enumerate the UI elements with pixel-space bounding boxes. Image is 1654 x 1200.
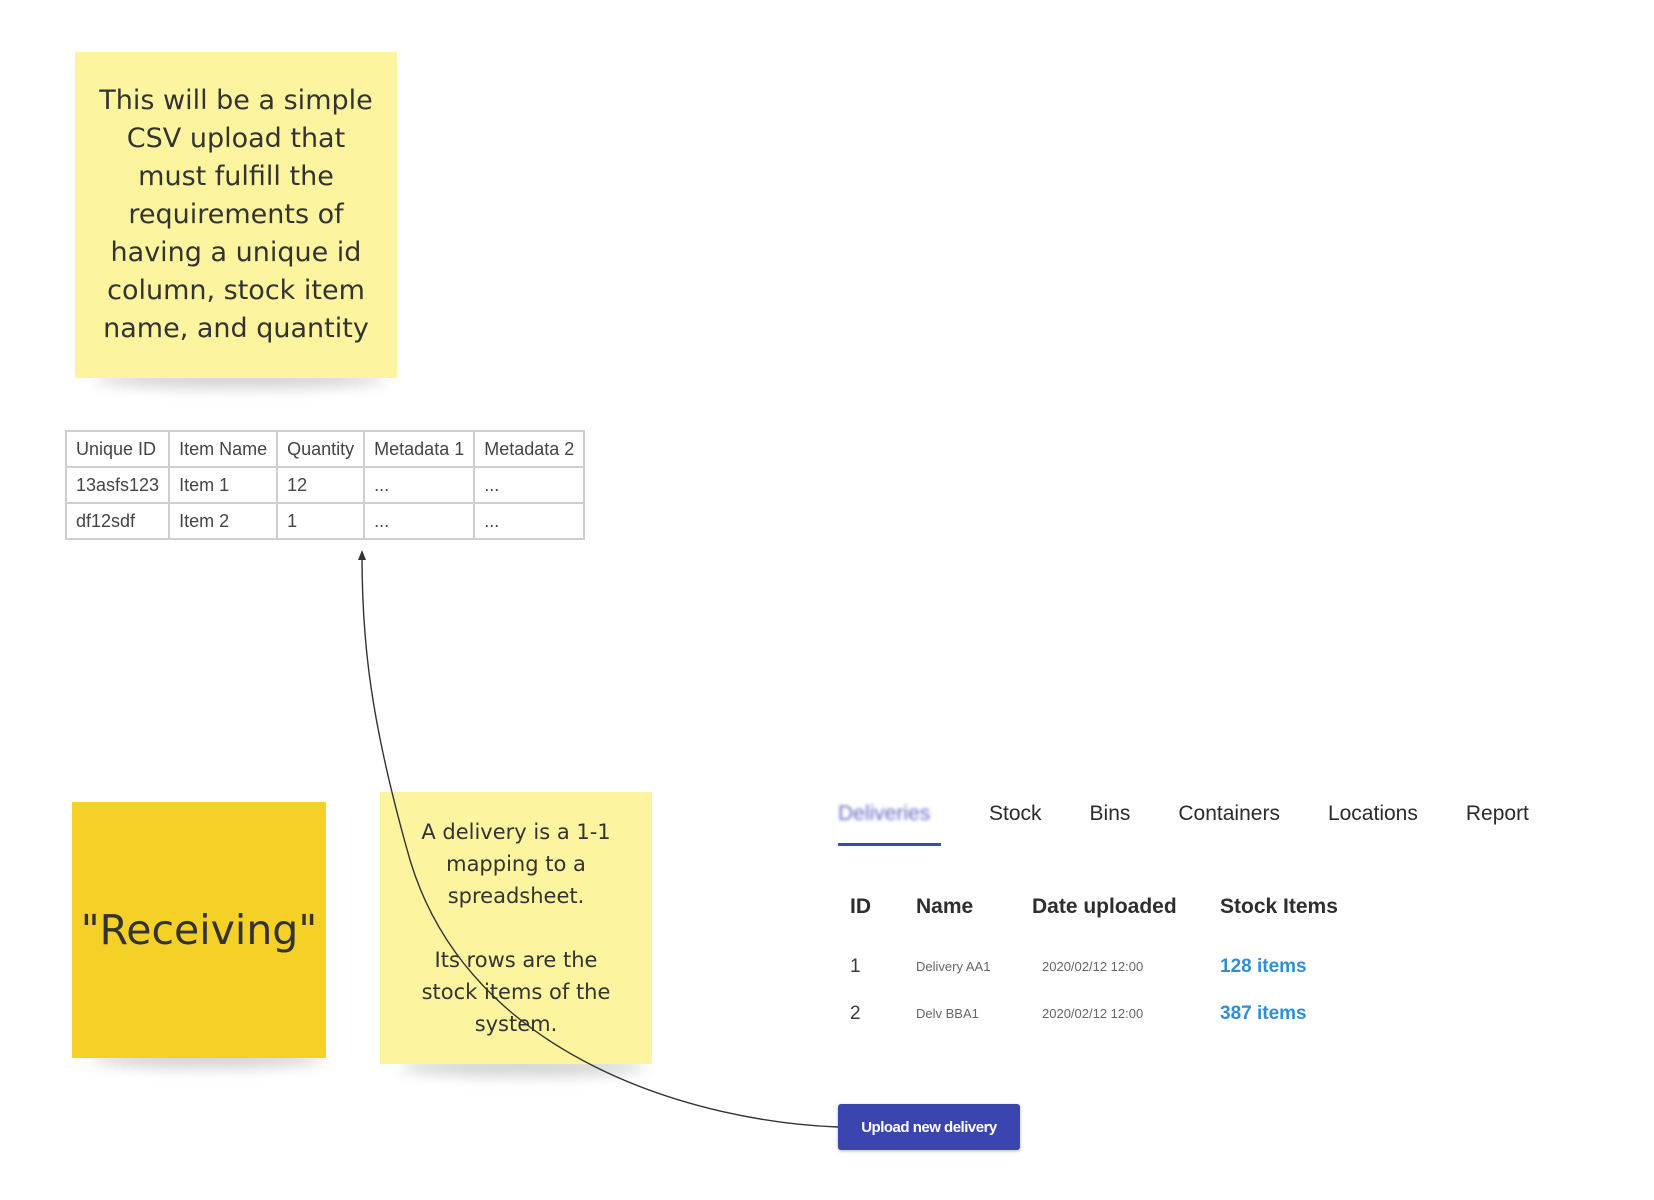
stock-items-link[interactable]: 128 items [1220,943,1338,990]
table-row[interactable]: 2 Delv BBA1 2020/02/12 12:00 387 items [838,990,1338,1037]
delivery-name: Delivery AA1 [916,959,991,974]
tab-label: Containers [1178,802,1280,825]
deliveries-table: ID Name Date uploaded Stock Items 1 Deli… [838,895,1338,1037]
column-header-id: ID [850,895,871,918]
delivery-date: 2020/02/12 12:00 [1042,1006,1144,1021]
app-tabs: Deliveries Stock Bins Containers Locatio… [838,802,1529,846]
tab-label: Locations [1327,802,1418,825]
delivery-date: 2020/02/12 12:00 [1042,959,1144,974]
tab-locations[interactable]: Locations [1328,802,1418,846]
tab-bins[interactable]: Bins [1090,802,1131,846]
tab-label: Stock [989,802,1042,825]
tab-containers[interactable]: Containers [1178,802,1280,846]
tab-label: Deliveries [838,802,931,825]
table-row[interactable]: 1 Delivery AA1 2020/02/12 12:00 128 item… [838,943,1338,990]
tab-label: Report [1465,802,1529,825]
table-header-row: ID Name Date uploaded Stock Items [838,895,1338,943]
tab-label: Bins [1089,802,1131,825]
upload-new-delivery-button[interactable]: Upload new delivery [838,1104,1020,1150]
delivery-id: 1 [850,955,861,977]
tab-deliveries[interactable]: Deliveries [838,802,941,846]
stock-items-link[interactable]: 387 items [1220,990,1338,1037]
tab-stock[interactable]: Stock [989,802,1042,846]
delivery-id: 2 [850,1002,861,1024]
tab-report[interactable]: Report [1466,802,1529,846]
column-header-stock-items: Stock Items [1220,895,1338,918]
connector-arrow[interactable] [0,0,1654,1200]
column-header-name: Name [916,895,974,918]
delivery-name: Delv BBA1 [916,1006,979,1021]
column-header-date-uploaded: Date uploaded [1032,895,1177,918]
